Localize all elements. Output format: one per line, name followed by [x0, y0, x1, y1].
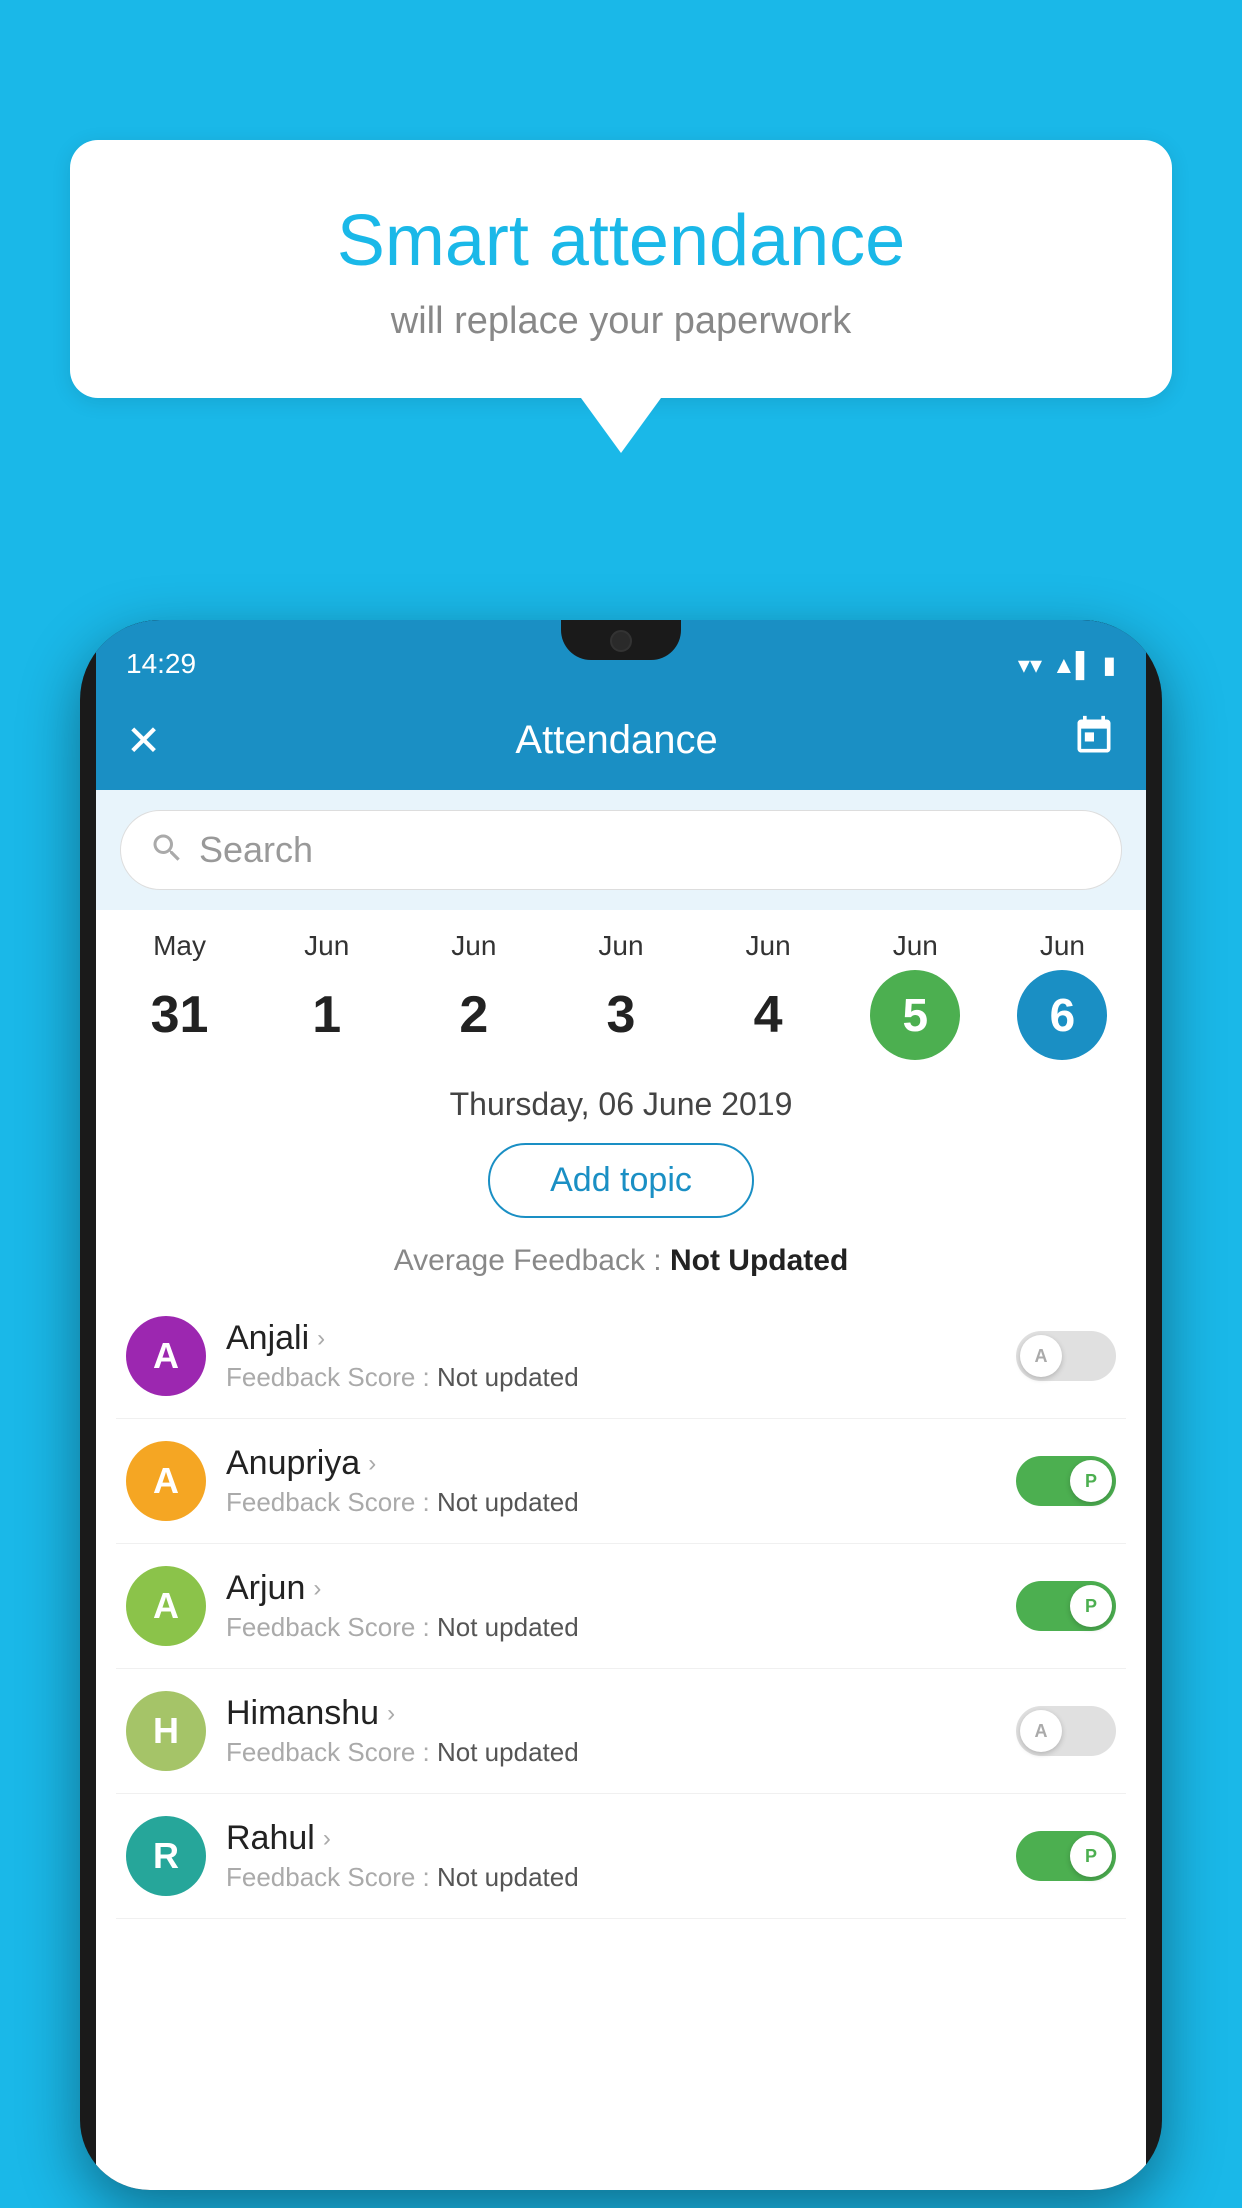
- date-day: 1: [282, 970, 372, 1060]
- search-icon: [149, 830, 185, 871]
- date-item[interactable]: May 31: [120, 930, 240, 1060]
- date-day: 4: [723, 970, 813, 1060]
- student-name: Anupriya ›: [226, 1444, 1016, 1483]
- add-topic-button[interactable]: Add topic: [488, 1143, 754, 1218]
- date-item[interactable]: Jun 2: [414, 930, 534, 1060]
- app-title: Attendance: [515, 718, 717, 763]
- calendar-icon[interactable]: [1072, 714, 1116, 767]
- attendance-toggle[interactable]: P: [1016, 1831, 1116, 1881]
- date-month: Jun: [1040, 930, 1085, 962]
- date-month: May: [153, 930, 206, 962]
- student-list: AAnjali ›Feedback Score : Not updatedAAA…: [96, 1294, 1146, 1919]
- date-day: 6: [1017, 970, 1107, 1060]
- search-input-wrapper[interactable]: Search: [120, 810, 1122, 890]
- chevron-icon: ›: [317, 1325, 325, 1353]
- date-day: 5: [870, 970, 960, 1060]
- date-day: 3: [576, 970, 666, 1060]
- student-name: Himanshu ›: [226, 1694, 1016, 1733]
- app-content: Search May 31 Jun 1 Jun 2 Jun 3 Jun 4 Jun 5 Jun 6 Thu…: [96, 790, 1146, 2190]
- date-item[interactable]: Jun 1: [267, 930, 387, 1060]
- phone-wrapper: 14:29 ▾▾ ▲▌ ▮ ✕ Attendance: [80, 620, 1162, 2208]
- student-info: Arjun › Feedback Score : Not updated: [226, 1569, 1016, 1643]
- student-info: Rahul › Feedback Score : Not updated: [226, 1819, 1016, 1893]
- attendance-toggle[interactable]: P: [1016, 1581, 1116, 1631]
- battery-icon: ▮: [1103, 651, 1116, 680]
- attendance-toggle[interactable]: A: [1016, 1331, 1116, 1381]
- camera-dot: [610, 630, 632, 652]
- selected-date-label: Thursday, 06 June 2019: [96, 1070, 1146, 1133]
- attendance-toggle[interactable]: A: [1016, 1706, 1116, 1756]
- student-avatar: A: [126, 1566, 206, 1646]
- student-name: Rahul ›: [226, 1819, 1016, 1858]
- date-month: Jun: [746, 930, 791, 962]
- chevron-icon: ›: [387, 1700, 395, 1728]
- phone: 14:29 ▾▾ ▲▌ ▮ ✕ Attendance: [80, 620, 1162, 2190]
- avg-feedback-value: Not Updated: [670, 1244, 848, 1277]
- toggle-knob: A: [1020, 1710, 1062, 1752]
- status-icons: ▾▾ ▲▌ ▮: [1018, 651, 1116, 680]
- toggle-knob: A: [1020, 1335, 1062, 1377]
- avg-feedback: Average Feedback : Not Updated: [96, 1228, 1146, 1294]
- date-item[interactable]: Jun 3: [561, 930, 681, 1060]
- toggle-knob: P: [1070, 1585, 1112, 1627]
- date-strip: May 31 Jun 1 Jun 2 Jun 3 Jun 4 Jun 5 Jun 6: [96, 910, 1146, 1070]
- date-item[interactable]: Jun 6: [1002, 930, 1122, 1060]
- speech-bubble-subtitle: will replace your paperwork: [130, 300, 1112, 343]
- date-month: Jun: [304, 930, 349, 962]
- student-item[interactable]: A Arjun › Feedback Score : Not updated P: [116, 1544, 1126, 1669]
- speech-bubble: Smart attendance will replace your paper…: [70, 140, 1172, 398]
- avg-feedback-label: Average Feedback :: [394, 1244, 662, 1277]
- toggle-knob: P: [1070, 1460, 1112, 1502]
- student-item[interactable]: A Anupriya › Feedback Score : Not updated P: [116, 1419, 1126, 1544]
- student-item[interactable]: R Rahul › Feedback Score : Not updated P: [116, 1794, 1126, 1919]
- signal-icon: ▲▌: [1052, 652, 1093, 680]
- close-button[interactable]: ✕: [126, 716, 161, 765]
- student-score: Feedback Score : Not updated: [226, 1487, 1016, 1518]
- student-avatar: A: [126, 1316, 206, 1396]
- date-day: 31: [135, 970, 225, 1060]
- status-time: 14:29: [126, 648, 196, 680]
- toggle-wrapper[interactable]: P: [1016, 1831, 1116, 1881]
- toggle-knob: P: [1070, 1835, 1112, 1877]
- student-item[interactable]: AAnjali ›Feedback Score : Not updatedA: [116, 1294, 1126, 1419]
- date-item[interactable]: Jun 5: [855, 930, 975, 1060]
- student-item[interactable]: H Himanshu › Feedback Score : Not updatedA: [116, 1669, 1126, 1794]
- wifi-icon: ▾▾: [1018, 651, 1042, 680]
- toggle-wrapper[interactable]: A: [1016, 1331, 1116, 1381]
- chevron-icon: ›: [368, 1450, 376, 1478]
- date-month: Jun: [893, 930, 938, 962]
- date-item[interactable]: Jun 4: [708, 930, 828, 1060]
- speech-bubble-container: Smart attendance will replace your paper…: [70, 140, 1172, 453]
- phone-notch: [561, 620, 681, 660]
- search-bar: Search: [96, 790, 1146, 910]
- student-score: Feedback Score : Not updated: [226, 1737, 1016, 1768]
- date-day: 2: [429, 970, 519, 1060]
- student-avatar: R: [126, 1816, 206, 1896]
- student-info: Anjali › Feedback Score : Not updated: [226, 1319, 1016, 1393]
- date-month: Jun: [598, 930, 643, 962]
- toggle-wrapper[interactable]: P: [1016, 1456, 1116, 1506]
- speech-bubble-title: Smart attendance: [130, 200, 1112, 282]
- chevron-icon: ›: [313, 1575, 321, 1603]
- speech-bubble-tail: [581, 398, 661, 453]
- student-info: Himanshu › Feedback Score : Not updated: [226, 1694, 1016, 1768]
- toggle-wrapper[interactable]: P: [1016, 1581, 1116, 1631]
- toggle-wrapper[interactable]: A: [1016, 1706, 1116, 1756]
- student-avatar: A: [126, 1441, 206, 1521]
- search-input[interactable]: Search: [199, 829, 313, 871]
- student-score: Feedback Score : Not updated: [226, 1862, 1016, 1893]
- student-name: Arjun ›: [226, 1569, 1016, 1608]
- chevron-icon: ›: [323, 1825, 331, 1853]
- student-name: Anjali ›: [226, 1319, 1016, 1358]
- student-score: Feedback Score : Not updated: [226, 1362, 1016, 1393]
- attendance-toggle[interactable]: P: [1016, 1456, 1116, 1506]
- app-header: ✕ Attendance: [96, 690, 1146, 790]
- date-month: Jun: [451, 930, 496, 962]
- student-score: Feedback Score : Not updated: [226, 1612, 1016, 1643]
- student-avatar: H: [126, 1691, 206, 1771]
- student-info: Anupriya › Feedback Score : Not updated: [226, 1444, 1016, 1518]
